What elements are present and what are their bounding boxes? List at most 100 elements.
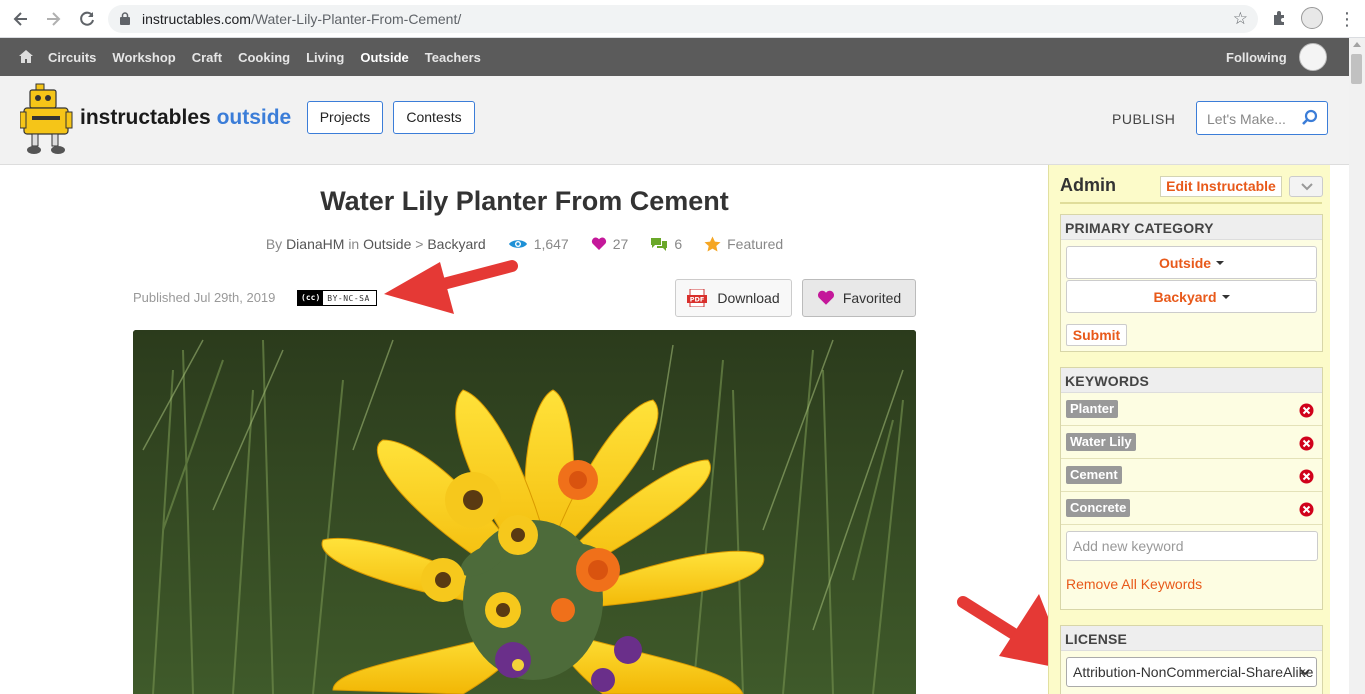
subcategory-select-label: Backyard (1153, 288, 1217, 305)
category-links: Circuits Workshop Craft Cooking Living Outsid… (48, 50, 481, 65)
url-text: instructables.com/Water-Lily-Planter-Fro… (142, 11, 461, 27)
forward-arrow-icon[interactable] (43, 9, 63, 29)
subcategory-link[interactable]: Backyard (427, 236, 485, 252)
download-label: Download (717, 290, 780, 306)
article-title: Water Lily Planter From Cement (320, 186, 729, 216)
by-prefix: By (265, 236, 283, 252)
comments-icon (651, 238, 668, 251)
annotation-arrow-left (384, 260, 518, 314)
download-button[interactable]: PDF Download (675, 279, 792, 317)
admin-heading: Admin (1060, 175, 1116, 195)
chevron-down-icon (1300, 669, 1310, 676)
home-icon[interactable] (18, 49, 34, 64)
favorited-label: Favorited (842, 290, 902, 306)
creative-commons-license-badge[interactable]: (cc) BY-NC-SA (297, 290, 377, 306)
instructables-robot-logo[interactable] (20, 82, 76, 156)
planter-photo (133, 330, 916, 694)
breadcrumb-separator: > (415, 236, 424, 252)
projects-button[interactable]: Projects (307, 101, 383, 134)
caret-down-icon (1216, 260, 1225, 265)
remove-keyword-icon[interactable] (1299, 403, 1314, 418)
brand-main: instructables (80, 106, 211, 129)
keyword-row: Planter (1061, 393, 1322, 426)
views-stat: 1,647 (508, 236, 569, 252)
scroll-up-icon[interactable] (1353, 42, 1361, 47)
primary-category-heading: PRIMARY CATEGORY (1061, 215, 1322, 240)
bookmark-star-icon[interactable]: ☆ (1233, 9, 1248, 29)
remove-keyword-icon[interactable] (1299, 469, 1314, 484)
license-box: LICENSE Attribution-NonCommercial-ShareA… (1060, 625, 1323, 694)
comments-stat: 6 (650, 236, 682, 252)
heart-icon (591, 237, 606, 250)
edit-instructable-button[interactable]: Edit Instructable (1160, 176, 1282, 197)
url-path: /Water-Lily-Planter-From-Cement/ (250, 11, 462, 27)
keyword-tag: Cement (1066, 466, 1122, 484)
nav-category-craft[interactable]: Craft (192, 50, 222, 65)
category-select-button[interactable]: Outside (1066, 246, 1317, 279)
keyword-tag: Water Lily (1066, 433, 1136, 451)
submit-category-button[interactable]: Submit (1066, 324, 1127, 346)
keyword-row: Cement (1061, 459, 1322, 492)
favorites-stat: 27 (591, 236, 629, 252)
nav-category-circuits[interactable]: Circuits (48, 50, 96, 65)
admin-panel: Admin Edit Instructable PRIMARY CATEGORY… (1048, 165, 1330, 694)
nav-category-teachers[interactable]: Teachers (425, 50, 481, 65)
article-byline: By DianaHM in Outside > Backyard 1,647 2… (133, 236, 916, 252)
subcategory-select-button[interactable]: Backyard (1066, 280, 1317, 313)
keywords-heading: KEYWORDS (1061, 368, 1322, 393)
nav-category-workshop[interactable]: Workshop (112, 50, 175, 65)
browser-menu-icon[interactable]: ⋮ (1338, 9, 1356, 29)
remove-all-keywords-link[interactable]: Remove All Keywords (1066, 576, 1202, 592)
author-link[interactable]: DianaHM (286, 236, 344, 252)
heart-icon (817, 290, 834, 305)
license-select-value: Attribution-NonCommercial-ShareAlike (1073, 664, 1314, 680)
brand-channel: outside (216, 106, 292, 129)
in-word: in (348, 236, 360, 252)
license-heading: LICENSE (1061, 626, 1322, 651)
favorites-count: 27 (612, 236, 629, 252)
reload-icon[interactable] (77, 9, 97, 29)
add-keyword-input[interactable]: Add new keyword (1066, 531, 1318, 561)
comments-count: 6 (674, 236, 683, 252)
nav-category-cooking[interactable]: Cooking (238, 50, 290, 65)
license-select[interactable]: Attribution-NonCommercial-ShareAlike (1066, 657, 1317, 687)
views-count: 1,647 (533, 236, 569, 252)
caret-down-icon (1221, 294, 1230, 299)
primary-category-box: PRIMARY CATEGORY Outside Backyard Submit (1060, 214, 1323, 352)
keyword-tag: Planter (1066, 400, 1119, 418)
back-arrow-icon[interactable] (11, 9, 31, 29)
search-icon[interactable] (1301, 109, 1319, 127)
admin-options-dropdown[interactable] (1289, 176, 1323, 197)
publish-link[interactable]: PUBLISH (1112, 111, 1175, 127)
keyword-row: Concrete (1061, 492, 1322, 525)
cc-license-code: BY-NC-SA (327, 293, 370, 303)
keywords-box: KEYWORDS Planter Water Lily Cement Concrete… (1060, 367, 1323, 610)
favorited-button[interactable]: Favorited (802, 279, 916, 317)
nav-category-living[interactable]: Living (306, 50, 344, 65)
scroll-thumb[interactable] (1351, 54, 1362, 84)
pdf-icon: PDF (687, 289, 708, 307)
remove-keyword-icon[interactable] (1299, 502, 1314, 517)
chevron-down-icon (1301, 183, 1313, 191)
site-header: instructables outside Projects Contests … (0, 76, 1349, 165)
search-box[interactable]: Let's Make... (1196, 101, 1328, 135)
remove-keyword-icon[interactable] (1299, 436, 1314, 451)
site-brand[interactable]: instructables outside (80, 106, 291, 130)
user-avatar[interactable] (1299, 43, 1327, 71)
following-link[interactable]: Following (1226, 50, 1287, 65)
svg-text:PDF: PDF (690, 296, 705, 304)
page-scrollbar[interactable] (1349, 38, 1365, 694)
category-select-label: Outside (1158, 254, 1212, 271)
category-link[interactable]: Outside (363, 236, 411, 252)
contests-button[interactable]: Contests (393, 101, 475, 134)
featured-star-icon (704, 236, 721, 252)
eye-icon (508, 240, 527, 248)
lock-icon (120, 12, 130, 25)
admin-divider (1060, 202, 1322, 204)
browser-profile-icon[interactable] (1301, 7, 1323, 29)
nav-category-outside[interactable]: Outside (360, 50, 408, 65)
keyword-tag: Concrete (1066, 499, 1131, 517)
extensions-puzzle-icon[interactable] (1271, 9, 1289, 27)
keyword-row: Water Lily (1061, 426, 1322, 459)
address-bar[interactable]: instructables.com/Water-Lily-Planter-Fro… (108, 5, 1258, 33)
